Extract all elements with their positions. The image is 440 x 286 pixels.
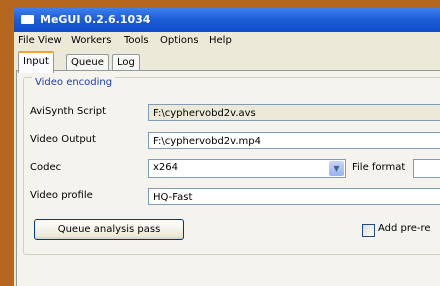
video-profile-label: Video profile (30, 190, 93, 201)
menu-help[interactable]: Help (209, 35, 232, 46)
codec-value: x264 (153, 162, 179, 173)
window-title: MeGUI 0.2.6.1034 (40, 13, 151, 26)
file-format-label: File format (352, 162, 406, 173)
menu-tools[interactable]: Tools (124, 35, 149, 46)
menu-workers[interactable]: Workers (71, 35, 111, 46)
queue-analysis-pass-button[interactable]: Queue analysis pass (34, 219, 184, 240)
app-icon (21, 15, 34, 24)
megui-window: MeGUI 0.2.6.1034 File View Workers Tools… (14, 8, 440, 286)
video-output-field[interactable]: F:\cyphervobd2v.mp4 (148, 132, 440, 149)
avisynth-field[interactable]: F:\cyphervobd2v.avs (148, 104, 440, 121)
menu-view[interactable]: View (38, 35, 62, 46)
video-encoding-legend: Video encoding (32, 77, 116, 88)
codec-label: Codec (30, 162, 62, 173)
codec-select[interactable]: x264 ▼ (148, 159, 346, 178)
menu-file[interactable]: File (18, 35, 35, 46)
video-profile-field[interactable]: HQ-Fast (148, 188, 440, 205)
add-prerender-label: Add pre-re (378, 223, 431, 234)
tab-strip: Input Queue Log (14, 51, 440, 73)
menu-bar: File View Workers Tools Options Help (14, 32, 440, 51)
file-format-select[interactable] (413, 159, 440, 178)
input-panel: Video encoding AviSynth Script F:\cypher… (16, 70, 440, 286)
add-prerender-checkbox[interactable] (362, 224, 375, 237)
video-output-label: Video Output (30, 134, 96, 145)
menu-options[interactable]: Options (160, 35, 199, 46)
tab-queue[interactable]: Queue (66, 54, 109, 71)
video-encoding-group: Video encoding AviSynth Script F:\cypher… (23, 77, 440, 255)
avisynth-label: AviSynth Script (30, 106, 106, 117)
chevron-down-icon[interactable]: ▼ (329, 161, 344, 176)
title-bar[interactable]: MeGUI 0.2.6.1034 (14, 8, 440, 32)
tab-input[interactable]: Input (18, 51, 54, 73)
tab-log[interactable]: Log (112, 54, 140, 71)
